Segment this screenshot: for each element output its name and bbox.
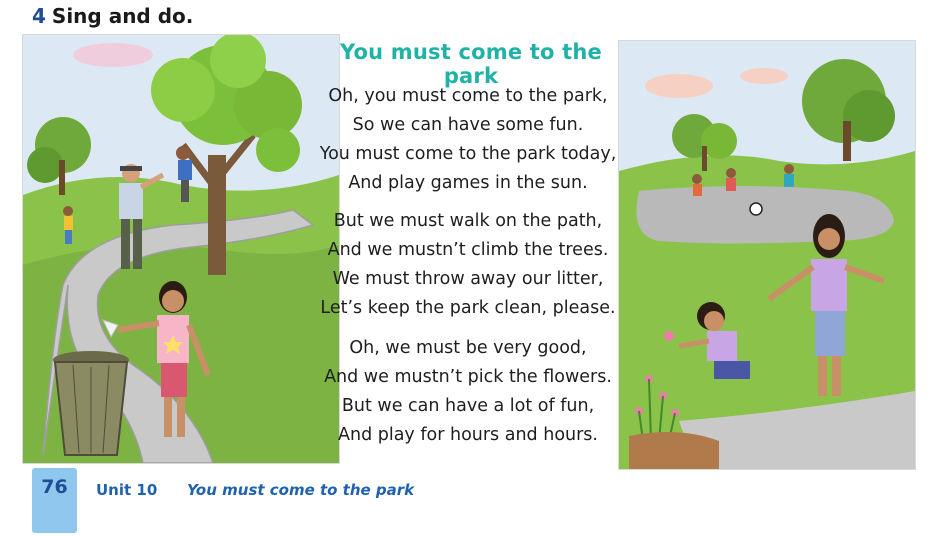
verse-line: We must throw away our litter,	[332, 269, 604, 289]
verse-line: And we mustn’t pick the flowers.	[324, 367, 612, 387]
verse-line: You must come to the park today,	[319, 144, 617, 164]
song-verse-1: Oh, you must come to the park, So we can…	[315, 82, 621, 198]
page-number: 76	[32, 468, 77, 533]
verse-line: Oh, we must be very good,	[349, 338, 587, 358]
park-illustration-left	[22, 34, 340, 464]
verse-line: But we can have a lot of fun,	[341, 396, 595, 416]
verse-line: And we mustn’t climb the trees.	[327, 240, 609, 260]
song-title: You must come to the park	[340, 40, 602, 88]
exercise-heading: 4 Sing and do.	[32, 4, 193, 28]
verse-line: Oh, you must come to the park,	[328, 86, 608, 106]
verse-line: But we must walk on the path,	[333, 211, 603, 231]
unit-label: Unit 10	[96, 481, 158, 499]
song-verse-3: Oh, we must be very good, And we mustn’t…	[315, 334, 621, 450]
verse-line: And play for hours and hours.	[338, 425, 598, 445]
verse-line: Let’s keep the park clean, please.	[320, 298, 616, 318]
exercise-instruction: Sing and do.	[51, 4, 194, 28]
song-verse-2: But we must walk on the path, And we mus…	[315, 207, 621, 323]
park-scene-left	[23, 35, 339, 463]
exercise-number: 4	[32, 4, 46, 28]
unit-title: You must come to the park	[187, 481, 415, 499]
verse-line: And play games in the sun.	[348, 173, 588, 193]
park-scene-right	[619, 41, 915, 469]
verse-line: So we can have some fun.	[352, 115, 584, 135]
park-illustration-right	[618, 40, 916, 470]
